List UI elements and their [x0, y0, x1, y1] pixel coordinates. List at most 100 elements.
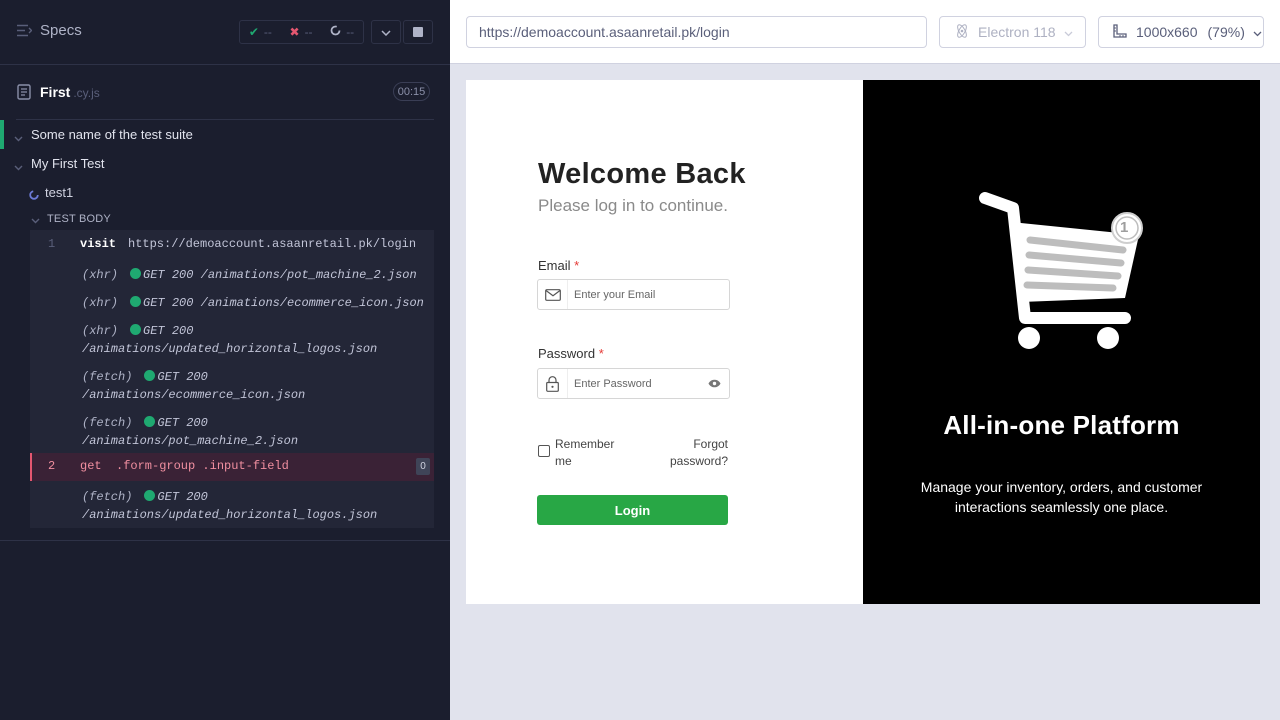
platform-title: All-in-one Platform [943, 410, 1180, 440]
chevron-down-icon [14, 130, 23, 145]
viewport-zoom: (79%) [1207, 24, 1245, 40]
request-kind: (xhr) [82, 296, 119, 310]
request-kind: (fetch) [82, 370, 133, 384]
required-mark: * [574, 258, 580, 273]
request-method: GET 200 [157, 416, 208, 430]
login-button[interactable]: Login [537, 495, 728, 525]
request-path: /animations/ecommerce_icon.json [200, 296, 424, 310]
request-method: GET 200 [143, 324, 194, 338]
specs-button[interactable]: Specs [17, 22, 82, 39]
request-path: /animations/updated_horizontal_logos.jso… [82, 508, 378, 522]
command-name: get [80, 459, 102, 473]
spec-duration: 00:15 [393, 82, 430, 101]
status-dot-icon [144, 370, 156, 381]
running-spinner-icon [29, 188, 39, 203]
request-kind: (fetch) [82, 416, 133, 430]
test-body-label: TEST BODY [47, 213, 111, 225]
chevron-down-icon [14, 159, 23, 174]
browser-label: Electron 118 [978, 24, 1056, 40]
failed-stat: ✖ -- [290, 25, 313, 39]
remember-label: Remember me [555, 437, 615, 468]
pending-icon [330, 25, 341, 39]
request-path: /animations/updated_horizontal_logos.jso… [82, 342, 378, 356]
viewport-selector[interactable]: 1000x660 (79%) [1098, 16, 1264, 48]
failed-count: -- [304, 25, 313, 39]
specs-label: Specs [40, 22, 82, 39]
request-path: /animations/pot_machine_2.json [200, 268, 417, 282]
request-line: (xhr) GET 200 /animations/pot_machine_2.j… [82, 266, 417, 284]
x-icon: ✖ [289, 25, 300, 39]
spec-name-text: First [40, 84, 71, 100]
viewport-size: 1000x660 [1136, 24, 1198, 40]
spec-ext-text: .cy.js [73, 86, 100, 100]
command-message: .form-group .input-field [116, 459, 289, 473]
collapse-all-button[interactable] [371, 20, 401, 44]
failing-command-row[interactable]: 2 get .form-group .input-field 0 [30, 453, 434, 481]
chevron-down-icon [381, 23, 391, 41]
suite-row[interactable]: Some name of the test suite [0, 120, 450, 149]
email-placeholder: Enter your Email [574, 288, 656, 301]
stop-button[interactable] [403, 20, 433, 44]
password-field[interactable]: Enter Password [537, 368, 730, 399]
request-path: /animations/pot_machine_2.json [82, 434, 299, 448]
command-row[interactable]: 1 visit https://demoaccount.asaanretail.… [30, 230, 434, 258]
test-stats: ✔ -- ✖ -- -- [239, 20, 364, 44]
element-count-badge: 0 [416, 458, 430, 475]
email-field[interactable]: Enter your Email [537, 279, 730, 310]
promo-pane: 1 All-in-one Platform Manage your invent… [863, 80, 1260, 604]
command-number: 2 [48, 459, 56, 473]
request-method: GET 200 [157, 370, 208, 384]
request-line: (fetch) GET 200/animations/pot_machine_2.… [82, 414, 298, 450]
spec-header: First .cy.js 00:15 [0, 65, 450, 120]
divider [0, 540, 450, 541]
passed-stat: ✔ -- [249, 25, 272, 39]
remember-checkbox[interactable] [538, 445, 550, 457]
status-dot-icon [130, 324, 142, 335]
chevron-down-icon [1064, 24, 1073, 40]
test-row[interactable]: test1 [0, 178, 450, 206]
electron-icon [954, 23, 970, 42]
status-dot-icon [144, 416, 156, 427]
document-icon [17, 84, 31, 105]
platform-description: Manage your inventory, orders, and custo… [920, 479, 1203, 515]
menu-icon [17, 24, 32, 37]
remember-me[interactable]: Remember me [538, 436, 625, 470]
suite-label: Some name of the test suite [31, 127, 193, 142]
password-label-text: Password [538, 346, 596, 361]
reporter-topbar: Specs ✔ -- ✖ -- -- [0, 0, 450, 65]
eye-icon[interactable] [708, 375, 721, 393]
forgot-password-link[interactable]: Forgot password? [656, 436, 728, 470]
request-method: GET 200 [157, 490, 208, 504]
command-log: 1 visit https://demoaccount.asaanretail.… [30, 230, 434, 528]
mail-icon [538, 280, 568, 309]
request-kind: (xhr) [82, 268, 119, 282]
suite-row[interactable]: My First Test [0, 149, 450, 178]
email-label: Email * [538, 258, 579, 273]
browser-selector[interactable]: Electron 118 [939, 16, 1086, 48]
shopping-cart-icon: 1 [973, 190, 1153, 365]
request-line: (fetch) GET 200/animations/updated_horizo… [82, 488, 377, 524]
email-label-text: Email [538, 258, 571, 273]
request-path: /animations/ecommerce_icon.json [82, 388, 306, 402]
check-icon: ✔ [248, 25, 259, 39]
url-bar[interactable]: https://demoaccount.asaanretail.pk/login [466, 16, 927, 48]
request-kind: (fetch) [82, 490, 133, 504]
stop-icon [413, 27, 423, 37]
test-label: test1 [45, 185, 74, 200]
request-method: GET 200 [143, 296, 194, 310]
required-mark: * [598, 346, 604, 361]
request-method: GET 200 [143, 268, 194, 282]
reporter-panel: Specs ✔ -- ✖ -- -- First .cy.js 00:15 Some … [0, 0, 450, 720]
chevron-down-icon [31, 215, 40, 227]
command-number: 1 [48, 237, 56, 251]
test-body-header[interactable]: TEST BODY [0, 208, 450, 230]
request-line: (fetch) GET 200/animations/ecommerce_icon… [82, 368, 305, 404]
chevron-down-icon [1253, 24, 1262, 40]
aut-iframe: Welcome Back Please log in to continue. … [466, 80, 1260, 604]
login-form-pane: Welcome Back Please log in to continue. … [466, 80, 863, 604]
command-message: https://demoaccount.asaanretail.pk/login [128, 237, 417, 251]
login-subtitle: Please log in to continue. [538, 196, 728, 215]
spec-file-name: First .cy.js [40, 84, 100, 100]
aut-panel: https://demoaccount.asaanretail.pk/login… [450, 0, 1280, 720]
status-dot-icon [130, 296, 142, 307]
